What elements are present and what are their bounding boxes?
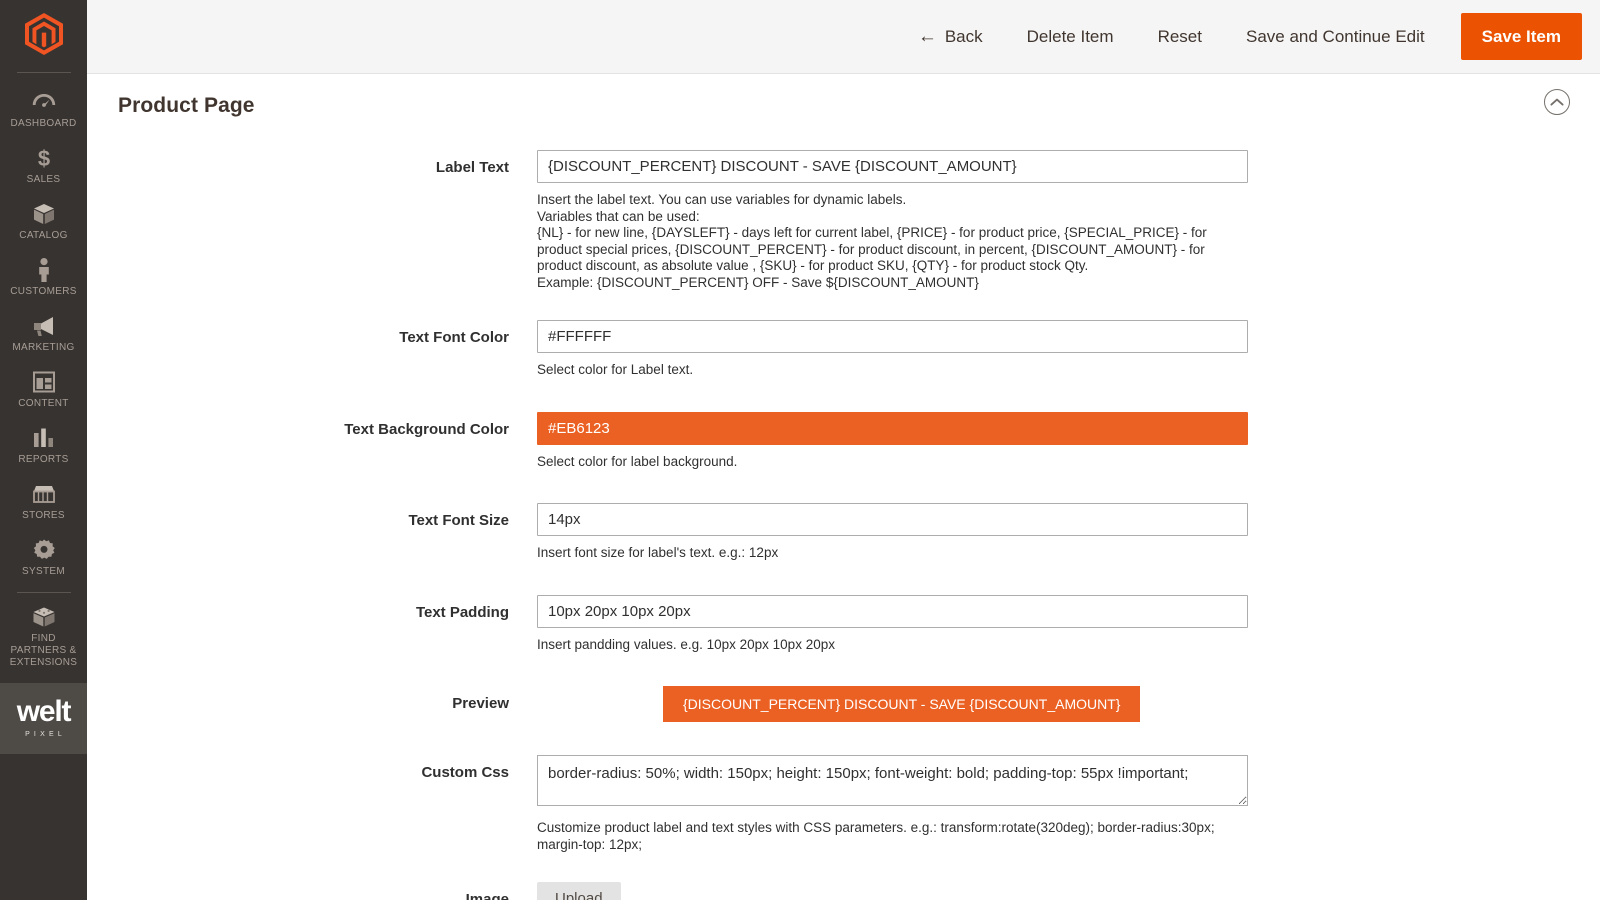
reset-button[interactable]: Reset — [1136, 0, 1224, 74]
note-line: {NL} - for new line, {DAYSLEFT} - days l… — [537, 225, 1207, 273]
sidebar-item-stores[interactable]: STORES — [0, 474, 87, 530]
box-icon — [32, 201, 56, 227]
note-line: Example: {DISCOUNT_PERCENT} OFF - Save $… — [537, 274, 979, 290]
sidebar-item-label: CATALOG — [19, 230, 68, 241]
field-text-font-size: Text Font Size Insert font size for labe… — [87, 503, 1600, 562]
sidebar-item-label: REPORTS — [18, 454, 69, 465]
field-label: Custom Css — [421, 764, 509, 781]
weltpixel-name: welt — [16, 695, 72, 728]
sidebar-item-dashboard[interactable]: DASHBOARD — [0, 82, 87, 138]
gear-icon — [32, 537, 56, 563]
page-actions-toolbar: ← Back Delete Item Reset Save and Contin… — [87, 0, 1600, 74]
text-font-size-input[interactable] — [537, 503, 1248, 536]
sidebar-item-label: SALES — [26, 174, 61, 185]
section-header: Product Page — [87, 74, 1600, 130]
field-image: Image Upload — [87, 882, 1600, 900]
extension-box-icon — [31, 604, 57, 630]
main-content: ← Back Delete Item Reset Save and Contin… — [87, 0, 1600, 900]
product-page-form: Label Text Insert the label text. You ca… — [87, 130, 1600, 900]
text-padding-note: Insert pandding values. e.g. 10px 20px 1… — [537, 636, 835, 652]
custom-css-textarea[interactable] — [537, 755, 1248, 806]
weltpixel-tagline: PIXEL — [25, 731, 66, 738]
sidebar-item-customers[interactable]: CUSTOMERS — [0, 250, 87, 306]
sidebar-item-label: STORES — [22, 510, 65, 521]
custom-css-note: Customize product label and text styles … — [537, 820, 1215, 852]
admin-sidebar: DASHBOARD $ SALES CATALOG CUSTOMERS MARK… — [0, 0, 87, 900]
sidebar-item-sales[interactable]: $ SALES — [0, 138, 87, 194]
field-text-background-color: Text Background Color Select color for l… — [87, 411, 1600, 471]
field-label-text: Label Text Insert the label text. You ca… — [87, 150, 1600, 291]
sidebar-item-label: FIND PARTNERS & EXTENSIONS — [9, 633, 78, 668]
field-label: Text Padding — [415, 603, 509, 621]
sidebar-item-reports[interactable]: REPORTS — [0, 418, 87, 474]
chevron-up-circle-icon[interactable] — [1544, 89, 1570, 115]
megaphone-icon — [31, 313, 57, 339]
text-font-size-note: Insert font size for label's text. e.g.:… — [537, 545, 779, 560]
field-label: Image — [465, 891, 509, 900]
sidebar-item-label: SYSTEM — [22, 566, 65, 577]
sidebar-divider-bottom — [16, 592, 71, 593]
back-button[interactable]: ← Back — [896, 0, 1005, 74]
save-and-continue-edit-button[interactable]: Save and Continue Edit — [1224, 0, 1447, 74]
field-label: Text Font Color — [399, 329, 509, 346]
sidebar-item-content[interactable]: CONTENT — [0, 362, 87, 418]
save-item-button[interactable]: Save Item — [1460, 13, 1582, 60]
text-background-color-input[interactable] — [537, 411, 1248, 445]
weltpixel-brand-logo[interactable]: welt PIXEL — [0, 683, 87, 754]
field-custom-css: Custom Css Customize product label and t… — [87, 755, 1600, 853]
label-text-input[interactable] — [537, 150, 1248, 183]
field-label: Label Text — [435, 159, 509, 176]
back-button-label: Back — [944, 26, 983, 46]
sidebar-item-find-partners[interactable]: FIND PARTNERS & EXTENSIONS — [0, 597, 87, 677]
gauge-icon — [32, 89, 56, 115]
layout-icon — [32, 369, 56, 395]
storefront-icon — [31, 481, 57, 507]
sidebar-item-label: CONTENT — [18, 398, 69, 409]
field-label: Preview — [452, 695, 509, 712]
field-text-font-color: Text Font Color Select color for Label t… — [87, 320, 1600, 379]
label-text-note: Insert the label text. You can use varia… — [537, 192, 1248, 291]
person-icon — [35, 257, 53, 283]
field-label: Text Font Size — [408, 512, 509, 529]
svg-text:$: $ — [37, 146, 49, 170]
bar-chart-icon — [32, 425, 56, 451]
text-font-color-input[interactable] — [537, 320, 1248, 353]
field-text-padding: Text Padding Insert pandding values. e.g… — [87, 594, 1600, 654]
magento-logo-icon — [24, 12, 63, 60]
dollar-icon: $ — [33, 145, 55, 171]
text-font-color-note: Select color for Label text. — [537, 362, 694, 377]
sidebar-item-system[interactable]: SYSTEM — [0, 530, 87, 586]
sidebar-divider-top — [16, 72, 71, 73]
field-label: Text Background Color — [344, 420, 509, 438]
delete-item-button[interactable]: Delete Item — [1005, 0, 1136, 74]
note-line: Insert the label text. You can use varia… — [537, 192, 907, 207]
text-background-color-note: Select color for label background. — [537, 453, 738, 469]
magento-logo[interactable] — [0, 0, 87, 72]
field-preview: Preview {DISCOUNT_PERCENT} DISCOUNT - SA… — [87, 686, 1600, 722]
preview-label-badge: {DISCOUNT_PERCENT} DISCOUNT - SAVE {DISC… — [663, 686, 1141, 722]
arrow-left-icon: ← — [917, 25, 937, 47]
upload-button[interactable]: Upload — [537, 882, 621, 900]
note-line: Variables that can be used: — [537, 208, 700, 224]
sidebar-item-label: MARKETING — [12, 342, 75, 353]
sidebar-item-catalog[interactable]: CATALOG — [0, 194, 87, 250]
page-title: Product Page — [118, 94, 255, 117]
sidebar-item-label: CUSTOMERS — [10, 286, 77, 297]
text-padding-input[interactable] — [537, 594, 1248, 628]
sidebar-item-label: DASHBOARD — [10, 118, 77, 129]
sidebar-item-marketing[interactable]: MARKETING — [0, 306, 87, 362]
